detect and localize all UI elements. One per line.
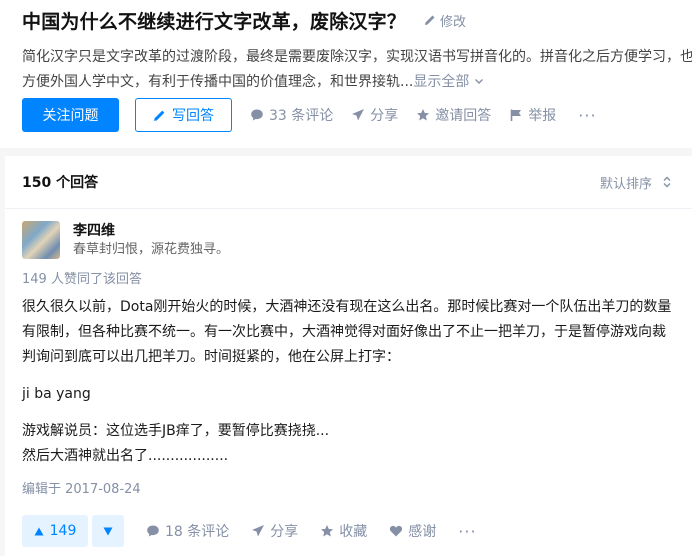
answer-share-button[interactable]: 分享	[251, 521, 298, 541]
answer-paragraph: 游戏解说员：这位选手JB痒了，要暂停比赛挠挠...	[22, 423, 330, 439]
invite-answer-label: 邀请回答	[435, 108, 492, 124]
report-label: 举报	[528, 108, 557, 124]
paper-plane-icon	[252, 525, 265, 537]
paper-plane-icon	[352, 109, 365, 121]
favorite-button[interactable]: 收藏	[320, 521, 367, 541]
follow-question-button[interactable]: 关注问题	[22, 98, 119, 132]
question-share-button[interactable]: 分享	[351, 105, 398, 125]
thanks-button[interactable]: 感谢	[389, 521, 436, 541]
answer-share-label: 分享	[270, 524, 299, 540]
flag-icon	[510, 109, 522, 121]
comment-icon	[251, 109, 263, 121]
sort-dropdown[interactable]: 默认排序	[600, 173, 672, 192]
answer-actions: 149 18 条评论 分享 收藏 感谢 ···	[22, 515, 675, 547]
answer-paragraph: ji ba yang	[22, 386, 91, 402]
answers-list-header: 150 个回答 默认排序	[5, 156, 692, 209]
author-bio: 春草封归恨，源花费独寻。	[73, 242, 230, 257]
answer-comments-button[interactable]: 18 条评论	[146, 521, 229, 541]
comment-icon	[147, 525, 159, 537]
question-comments-label: 33 条评论	[269, 108, 334, 124]
edit-question-button[interactable]: 修改	[424, 11, 466, 30]
favorite-label: 收藏	[339, 524, 368, 540]
answer-author: 李四维 春草封归恨，源花费独寻。	[22, 221, 675, 261]
question-description: 简化汉字只是文字改革的过渡阶段，最终是需要废除汉字，实现汉语书写拼音化的。拼音化…	[22, 45, 692, 95]
author-name[interactable]: 李四维	[73, 222, 229, 240]
answers-card: 150 个回答 默认排序 李四维 春草封归恨，源花费独寻。 149 人赞同了该回…	[5, 156, 692, 556]
question-header: 中国为什么不继续进行文字改革，废除汉字？ 修改 简化汉字只是文字改革的过渡阶段，…	[0, 0, 692, 148]
question-title-row: 中国为什么不继续进行文字改革，废除汉字？ 修改	[22, 8, 692, 33]
answer-paragraph: 然后大酒神就出名了..................	[22, 448, 229, 464]
edited-date[interactable]: 编辑于 2017-08-24	[22, 481, 675, 499]
invite-answer-button[interactable]: 邀请回答	[416, 105, 491, 125]
edit-label: 修改	[440, 14, 467, 30]
voters-count[interactable]: 149 人赞同了该回答	[22, 271, 675, 289]
description-text: 简化汉字只是文字改革的过渡阶段，最终是需要废除汉字，实现汉语书写拼音化的。拼音化…	[22, 49, 692, 90]
sort-label: 默认排序	[599, 176, 652, 192]
question-share-label: 分享	[370, 108, 399, 124]
answer-comments-label: 18 条评论	[165, 524, 230, 540]
chevron-down-icon	[474, 79, 483, 84]
answer-count: 150 个回答	[22, 175, 99, 191]
thanks-label: 感谢	[408, 524, 437, 540]
pencil-icon	[425, 15, 435, 25]
show-all-label: 显示全部	[413, 74, 470, 90]
upvote-button[interactable]: 149	[22, 515, 88, 547]
answer-more-button[interactable]: ···	[458, 522, 476, 541]
show-all-link[interactable]: 显示全部	[413, 74, 483, 90]
star-icon	[321, 525, 334, 537]
question-comments-button[interactable]: 33 条评论	[250, 105, 333, 125]
question-actions: 关注问题 写回答 33 条评论 分享 邀请回答 举报 ···	[22, 98, 597, 132]
write-answer-button[interactable]: 写回答	[135, 98, 232, 132]
heart-icon	[390, 525, 403, 537]
star-icon	[417, 109, 430, 121]
triangle-up-icon	[34, 527, 44, 535]
pencil-icon	[154, 110, 165, 121]
report-button[interactable]: 举报	[509, 105, 556, 125]
author-info: 李四维 春草封归恨，源花费独寻。	[73, 222, 229, 259]
question-more-button[interactable]: ···	[578, 106, 596, 125]
sort-arrows-icon	[663, 176, 671, 188]
write-answer-label: 写回答	[172, 108, 214, 124]
triangle-down-icon	[103, 527, 113, 535]
downvote-button[interactable]	[92, 515, 124, 547]
question-title: 中国为什么不继续进行文字改革，废除汉字？	[22, 10, 407, 33]
answer-item: 李四维 春草封归恨，源花费独寻。 149 人赞同了该回答 很久很久以前，Dota…	[5, 209, 692, 547]
avatar[interactable]	[22, 221, 60, 259]
upvote-count: 149	[49, 523, 77, 539]
answer-paragraph: 很久很久以前，Dota刚开始火的时候，大酒神还没有现在这么出名。那时候比赛对一个…	[22, 299, 672, 365]
answer-content: 很久很久以前，Dota刚开始火的时候，大酒神还没有现在这么出名。那时候比赛对一个…	[22, 295, 677, 469]
